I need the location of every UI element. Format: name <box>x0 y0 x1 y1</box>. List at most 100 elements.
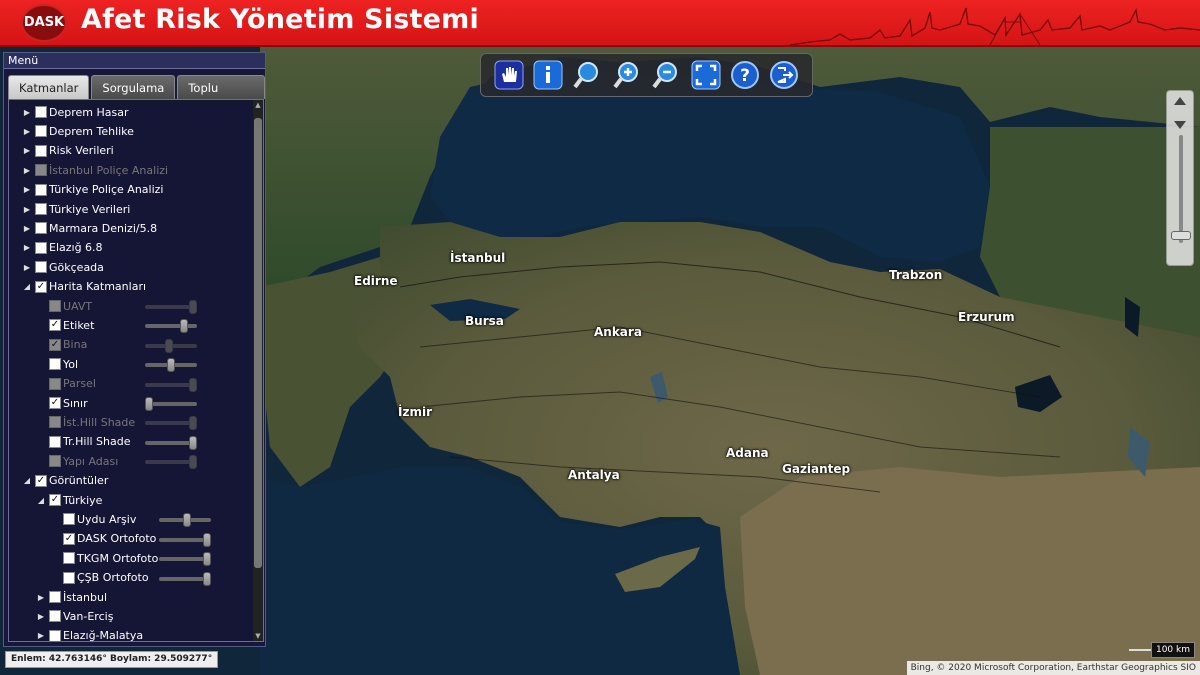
layer-checkbox[interactable] <box>35 241 47 254</box>
expand-arrow-down-icon[interactable]: ◢ <box>21 476 33 485</box>
layer-item[interactable]: Yapı Adası <box>35 452 118 470</box>
layer-checkbox[interactable] <box>63 552 75 565</box>
expand-arrow-right-icon[interactable]: ▶ <box>21 127 33 136</box>
layer-checkbox[interactable] <box>35 203 47 215</box>
layer-item[interactable]: ◢ ✓ Harita Katmanları <box>21 278 146 296</box>
expand-arrow-down-icon[interactable]: ◢ <box>35 496 47 505</box>
tab-katmanlar[interactable]: Katmanlar <box>8 75 90 99</box>
opacity-slider[interactable] <box>159 571 211 586</box>
opacity-slider-thumb[interactable] <box>189 435 197 450</box>
layer-checkbox[interactable]: ✓ <box>49 397 61 409</box>
layer-item[interactable]: Parsel <box>35 375 96 393</box>
layer-item[interactable]: ▶ Risk Verileri <box>21 142 114 160</box>
layer-item[interactable]: ▶ Gökçeada <box>21 258 104 276</box>
opacity-slider[interactable] <box>145 358 197 373</box>
help-icon[interactable]: ? <box>729 59 761 91</box>
opacity-slider-thumb[interactable] <box>203 571 211 586</box>
zoom-slider[interactable] <box>1166 90 1194 266</box>
zoom-knob[interactable] <box>1171 231 1191 240</box>
exit-icon[interactable] <box>768 59 800 91</box>
layer-item[interactable]: ◢ ✓ Görüntüler <box>21 472 108 490</box>
layer-item[interactable]: ▶ Elazığ 6.8 <box>21 239 103 257</box>
opacity-slider[interactable] <box>145 397 197 411</box>
zoom-in-icon[interactable] <box>611 59 643 91</box>
layer-item[interactable]: Yol <box>35 355 78 373</box>
zoom-out-icon[interactable] <box>650 59 682 91</box>
layer-checkbox[interactable] <box>63 571 75 584</box>
layer-checkbox[interactable]: ✓ <box>35 280 47 293</box>
expand-arrow-right-icon[interactable]: ▶ <box>21 263 33 272</box>
layer-checkbox[interactable] <box>49 435 61 448</box>
layer-item[interactable]: Uydu Arşiv <box>49 510 136 528</box>
layer-checkbox[interactable] <box>63 513 75 526</box>
layer-item[interactable]: TKGM Ortofoto <box>49 549 158 567</box>
layer-item[interactable]: ✓ Bina <box>35 336 87 354</box>
layer-item[interactable]: ◢ ✓ Türkiye <box>35 491 103 509</box>
layer-checkbox[interactable] <box>35 261 47 274</box>
layer-item[interactable]: ✓ Sınır <box>35 394 88 412</box>
zoom-arrows-icon[interactable] <box>1167 93 1193 133</box>
expand-arrow-right-icon[interactable]: ▶ <box>35 631 47 640</box>
expand-arrow-right-icon[interactable]: ▶ <box>21 108 33 117</box>
layer-item[interactable]: Tr.Hill Shade <box>35 433 131 451</box>
tab-sorgulama[interactable]: Sorgulama <box>91 75 176 99</box>
info-icon[interactable] <box>532 59 564 91</box>
opacity-slider-thumb[interactable] <box>203 532 211 547</box>
search-zoom-icon[interactable] <box>571 59 603 91</box>
layer-item[interactable]: ▶ Türkiye Verileri <box>21 200 130 218</box>
scroll-down-icon[interactable]: ▼ <box>253 631 263 641</box>
scroll-thumb[interactable] <box>254 118 262 568</box>
layer-checkbox[interactable]: ✓ <box>49 494 61 506</box>
expand-arrow-right-icon[interactable]: ▶ <box>21 185 33 194</box>
expand-arrow-right-icon[interactable]: ▶ <box>21 243 33 252</box>
expand-arrow-right-icon[interactable]: ▶ <box>21 205 33 214</box>
layer-checkbox[interactable] <box>35 222 47 235</box>
expand-arrow-right-icon[interactable]: ▶ <box>21 146 33 155</box>
layer-item[interactable]: ✓ DASK Ortofoto <box>49 530 156 548</box>
layer-item[interactable]: ▶ Deprem Hasar <box>21 103 129 121</box>
layer-item[interactable]: ▶ İstanbul Poliçe Analizi <box>21 161 168 179</box>
layer-item[interactable]: ▶ Türkiye Poliçe Analizi <box>21 181 164 199</box>
layer-checkbox[interactable] <box>49 629 61 641</box>
expand-arrow-right-icon[interactable]: ▶ <box>21 166 33 175</box>
layer-checkbox[interactable] <box>35 106 47 118</box>
tab-toplu-police[interactable]: Toplu Poliçe <box>177 75 265 119</box>
layer-item[interactable]: UAVT <box>35 297 92 315</box>
layer-checkbox[interactable] <box>49 610 61 623</box>
opacity-slider[interactable] <box>145 319 197 334</box>
layer-item[interactable]: ▶ Elazığ-Malatya <box>35 627 143 641</box>
opacity-slider-thumb[interactable] <box>203 552 211 567</box>
expand-arrow-right-icon[interactable]: ▶ <box>35 612 47 621</box>
layer-item[interactable]: ▶ Deprem Tehlike <box>21 122 134 140</box>
zoom-track[interactable] <box>1179 135 1183 243</box>
layer-item[interactable]: ✓ Etiket <box>35 316 94 334</box>
layer-checkbox[interactable] <box>49 358 61 371</box>
opacity-slider[interactable] <box>159 532 211 547</box>
layer-item[interactable]: ÇŞB Ortofoto <box>49 569 149 587</box>
opacity-slider-thumb[interactable] <box>183 513 192 528</box>
expand-arrow-right-icon[interactable]: ▶ <box>21 224 33 233</box>
layer-checkbox[interactable]: ✓ <box>35 474 47 487</box>
layer-checkbox[interactable]: ✓ <box>63 532 75 545</box>
opacity-slider-thumb[interactable] <box>145 397 153 411</box>
opacity-slider-thumb[interactable] <box>167 358 175 373</box>
layer-item[interactable]: ▶ İstanbul <box>35 588 107 606</box>
layer-checkbox[interactable] <box>35 144 47 157</box>
expand-arrow-right-icon[interactable]: ▶ <box>35 593 47 602</box>
opacity-slider[interactable] <box>145 435 197 450</box>
layer-checkbox[interactable] <box>49 591 61 603</box>
tree-scrollbar[interactable]: ▲ ▼ <box>253 100 263 641</box>
opacity-slider-thumb[interactable] <box>180 319 189 334</box>
layer-checkbox[interactable] <box>35 183 47 196</box>
layer-item[interactable]: ▶ Van-Erciş <box>35 607 114 625</box>
layer-checkbox[interactable] <box>35 125 47 138</box>
expand-arrow-down-icon[interactable]: ◢ <box>21 282 33 291</box>
opacity-slider[interactable] <box>159 513 211 528</box>
full-extent-icon[interactable] <box>690 59 722 91</box>
layer-item[interactable]: İst.Hill Shade <box>35 413 135 431</box>
layer-checkbox[interactable]: ✓ <box>49 319 61 332</box>
scroll-up-icon[interactable]: ▲ <box>253 100 263 110</box>
opacity-slider[interactable] <box>159 552 211 567</box>
pan-hand-icon[interactable] <box>493 59 525 91</box>
layer-item[interactable]: ▶ Marmara Denizi/5.8 <box>21 219 157 237</box>
